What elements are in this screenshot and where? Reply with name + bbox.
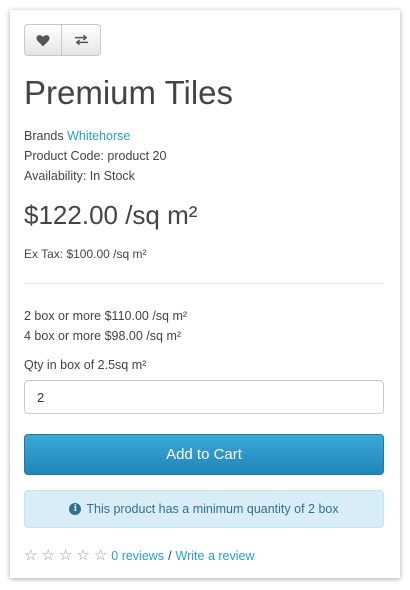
reviews-link[interactable]: 0 reviews [111,549,164,563]
product-meta-list: Brands Whitehorse Product Code: product … [24,126,166,186]
quantity-label: Qty in box of 2.5sq m² [24,358,147,372]
add-to-cart-button[interactable]: Add to Cart [24,434,384,475]
rating-separator: / [168,548,172,563]
product-action-buttons [24,24,101,56]
info-circle-icon: i [69,503,82,515]
discount-item: 4 box or more $98.00 /sq m² [24,329,182,343]
compare-button[interactable] [62,24,101,56]
ex-tax-price: Ex Tax: $100.00 /sq m² [24,247,147,261]
star-outline-icon: ☆ [93,546,108,564]
discount-list: 2 box or more $110.00 /sq m² 4 box or mo… [24,306,187,346]
product-panel: Premium Tiles Brands Whitehorse Product … [10,10,400,578]
star-outline-icon: ☆ [24,546,38,564]
alert-message: This product has a minimum quantity of 2… [86,502,339,516]
product-code: Product Code: product 20 [24,149,167,163]
rating-row: ☆ ☆ ☆ ☆ ☆ 0 reviews / Write a review [24,548,255,563]
product-title: Premium Tiles [24,74,234,111]
star-outline-icon: ☆ [41,546,55,564]
divider [24,283,384,284]
brand-link[interactable]: Whitehorse [67,129,130,143]
availability: Availability: In Stock [24,169,135,183]
quantity-input[interactable] [24,380,384,414]
add-to-wishlist-button[interactable] [24,24,62,56]
product-price: $122.00 /sq m² [24,200,198,230]
heart-icon [36,34,50,46]
brand-label: Brands [24,129,64,143]
exchange-icon [74,34,88,46]
star-outline-icon: ☆ [58,546,73,564]
star-outline-icon: ☆ [76,546,90,564]
minimum-quantity-alert: i This product has a minimum quantity of… [24,490,384,528]
write-review-link[interactable]: Write a review [176,549,255,563]
discount-item: 2 box or more $110.00 /sq m² [24,309,188,323]
brand-row: Brands Whitehorse [24,126,166,146]
